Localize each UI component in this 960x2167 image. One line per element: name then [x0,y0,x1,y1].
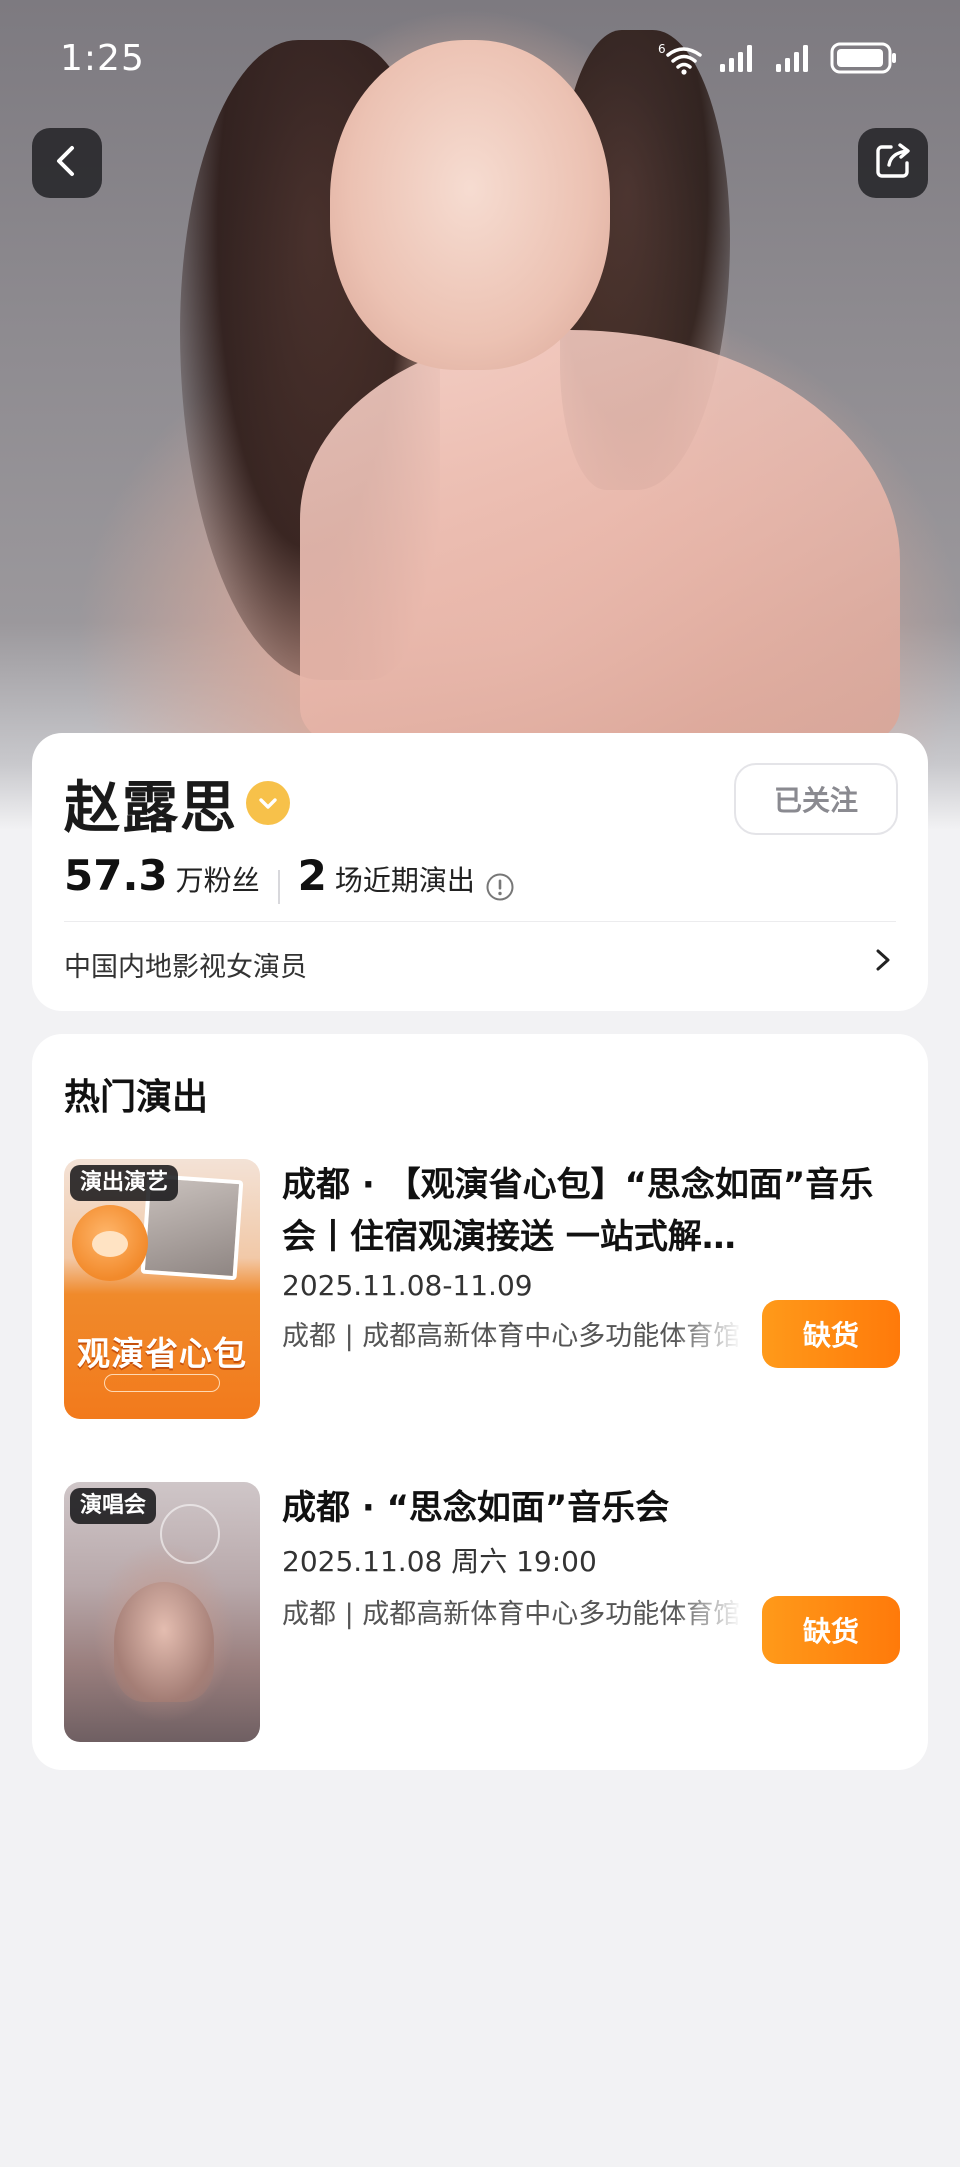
poster-glyph [160,1504,220,1564]
signal-icon-1 [718,42,760,78]
status-time: 1:25 [60,38,145,79]
wifi-icon: 6 [658,41,704,79]
profile-card: 赵露思 已关注 57.3 万粉丝 2 场近期演出 中国内地影视女演员 [32,733,928,1011]
profile-divider [64,921,896,922]
shows-count: 2 [297,851,327,900]
show-date: 2025.11.08-11.09 [282,1269,533,1302]
chevron-right-icon[interactable] [866,943,900,977]
show-title[interactable]: 成都 · “思念如面”音乐会 [282,1482,904,1534]
show-item[interactable]: 观演省心包 演出演艺 成都 · 【观演省心包】“思念如面”音乐会丨住宿观演接送 … [64,1159,904,1419]
status-button[interactable]: 缺货 [762,1596,900,1664]
poster-tag: 演唱会 [70,1488,157,1524]
verified-badge-icon [246,781,290,825]
profile-stats: 57.3 万粉丝 2 场近期演出 [64,851,515,911]
svg-text:6: 6 [658,42,666,56]
poster-figure [114,1582,214,1702]
status-bar: 1:25 6 [0,30,960,90]
show-item[interactable]: 演唱会 成都 · “思念如面”音乐会 2025.11.08 周六 19:00 成… [64,1482,904,1742]
back-button[interactable] [32,128,102,198]
poster-mascot [72,1205,148,1281]
show-date: 2025.11.08 周六 19:00 [282,1545,597,1578]
fans-unit: 万粉丝 [175,864,260,897]
fans-count: 57.3 [64,851,168,900]
hero-dress [300,330,900,750]
show-venue: 成都 | 成都高新体育中心多功能体育馆 [282,1321,741,1352]
chevron-left-icon [50,144,84,182]
poster-tag: 演出演艺 [70,1165,179,1201]
status-icons: 6 [658,40,898,80]
info-icon[interactable] [485,872,515,902]
show-poster[interactable]: 演唱会 [64,1482,260,1742]
hot-shows-card: 热门演出 观演省心包 演出演艺 成都 · 【观演省心包】“思念如面”音乐会丨住宿… [32,1034,928,1770]
show-title[interactable]: 成都 · 【观演省心包】“思念如面”音乐会丨住宿观演接送 一站式解… [282,1159,904,1263]
battery-icon [830,41,898,79]
show-poster[interactable]: 观演省心包 演出演艺 [64,1159,260,1419]
status-button[interactable]: 缺货 [762,1300,900,1368]
stats-divider [277,870,280,904]
show-venue: 成都 | 成都高新体育中心多功能体育馆 [282,1599,741,1630]
artist-name: 赵露思 [64,776,238,841]
artist-description[interactable]: 中国内地影视女演员 [64,945,307,984]
signal-icon-2 [774,42,816,78]
follow-button[interactable]: 已关注 [734,763,898,835]
poster-pill [104,1374,220,1392]
share-button[interactable] [858,128,928,198]
share-icon [873,141,913,185]
hero-photo [0,0,960,830]
shows-unit: 场近期演出 [334,864,475,897]
poster-title: 观演省心包 [77,1334,247,1373]
section-title: 热门演出 [64,1077,209,1118]
